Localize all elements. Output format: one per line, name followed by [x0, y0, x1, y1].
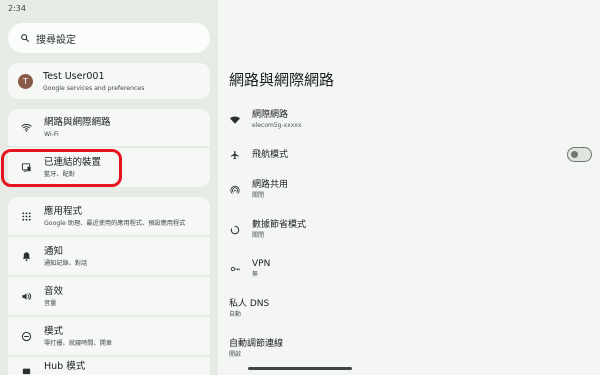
sidebar-item-label: 模式 — [44, 325, 64, 337]
detail-item-internet[interactable]: 網際網路 elecom5g-xxxxx — [229, 109, 301, 130]
toggle-knob — [571, 150, 578, 158]
detail-item-subtitle: 開啟 — [229, 351, 242, 358]
sidebar-item-label: 音效 — [44, 285, 64, 297]
detail-item-adaptive-connectivity[interactable]: 自動調節連線 開啟 — [229, 338, 283, 359]
hub-icon — [18, 361, 34, 375]
status-time: 2:34 — [8, 4, 26, 13]
sidebar-item-subtitle: Wi-Fi — [44, 131, 59, 138]
account-name: Test User001 — [43, 70, 105, 82]
sidebar-item-modes[interactable]: 模式 零打擾、就寢時間、開車 — [8, 317, 210, 355]
search-bar[interactable]: 搜尋設定 — [8, 23, 210, 53]
detail-item-subtitle: 關閉 — [252, 192, 265, 199]
airplane-mode-toggle[interactable] — [567, 147, 592, 162]
sidebar-item-label: 網路與網際網路 — [44, 117, 111, 128]
detail-item-hotspot[interactable]: 網路共用 關閉 — [229, 179, 288, 200]
search-icon — [21, 34, 30, 43]
detail-item-label: 網路共用 — [252, 180, 289, 190]
detail-item-label: VPN — [252, 259, 271, 269]
detail-item-vpn[interactable]: VPN 無 — [229, 258, 270, 279]
detail-item-subtitle: 無 — [252, 271, 259, 278]
detail-item-subtitle: elecom5g-xxxxx — [252, 122, 302, 129]
bell-icon — [18, 248, 34, 264]
sidebar-item-subtitle: Google 助理、最近使用的應用程式、預設應用程式 — [44, 219, 186, 227]
sidebar-item-label: Hub 模式 — [44, 361, 86, 372]
detail-item-label: 數據節省模式 — [252, 220, 307, 230]
detail-item-label: 私人 DNS — [229, 299, 270, 309]
hotspot-icon — [229, 184, 241, 196]
gesture-nav-bar[interactable] — [248, 367, 352, 370]
sidebar-item-apps[interactable]: 應用程式 Google 助理、最近使用的應用程式、預設應用程式 — [8, 197, 210, 235]
detail-item-label: 自動調節連線 — [229, 339, 284, 349]
sidebar-item-subtitle: 音量 — [44, 299, 57, 307]
modes-icon — [18, 328, 34, 344]
sidebar-item-label: 通知 — [44, 245, 64, 257]
detail-item-label: 網際網路 — [252, 110, 289, 120]
detail-item-data-saver[interactable]: 數據節省模式 關閉 — [229, 219, 306, 240]
sidebar-item-network[interactable]: 網路與網際網路 Wi-Fi — [8, 109, 210, 146]
search-placeholder: 搜尋設定 — [36, 34, 76, 46]
detail-item-label: 飛航模式 — [252, 150, 289, 160]
page-title: 網路與網際網路 — [229, 71, 335, 89]
detail-item-subtitle: 關閉 — [252, 232, 265, 239]
account-subtitle: Google services and preferences — [43, 84, 145, 92]
wifi-icon — [18, 120, 34, 136]
apps-grid-icon — [18, 208, 34, 224]
sidebar-item-subtitle: 零打擾、就寢時間、開車 — [44, 339, 113, 347]
data-saver-icon — [229, 224, 241, 236]
avatar: T — [18, 73, 33, 89]
highlight-box — [1, 149, 122, 187]
account-card[interactable]: T Test User001 Google services and prefe… — [8, 63, 210, 99]
sidebar-item-notifications[interactable]: 通知 通知記錄、對話 — [8, 237, 210, 275]
detail-item-private-dns[interactable]: 私人 DNS 自動 — [229, 298, 269, 319]
sidebar-item-hub[interactable]: Hub 模式 — [8, 357, 210, 375]
airplane-icon — [229, 149, 241, 161]
detail-item-airplane[interactable]: 飛航模式 — [229, 149, 288, 161]
detail-item-subtitle: 自動 — [229, 311, 242, 318]
vpn-key-icon — [229, 263, 241, 275]
wifi-icon — [229, 114, 241, 126]
volume-icon — [18, 288, 34, 304]
sidebar-item-sound[interactable]: 音效 音量 — [8, 277, 210, 315]
sidebar-item-label: 應用程式 — [44, 205, 83, 217]
sidebar-item-subtitle: 通知記錄、對話 — [44, 259, 88, 267]
